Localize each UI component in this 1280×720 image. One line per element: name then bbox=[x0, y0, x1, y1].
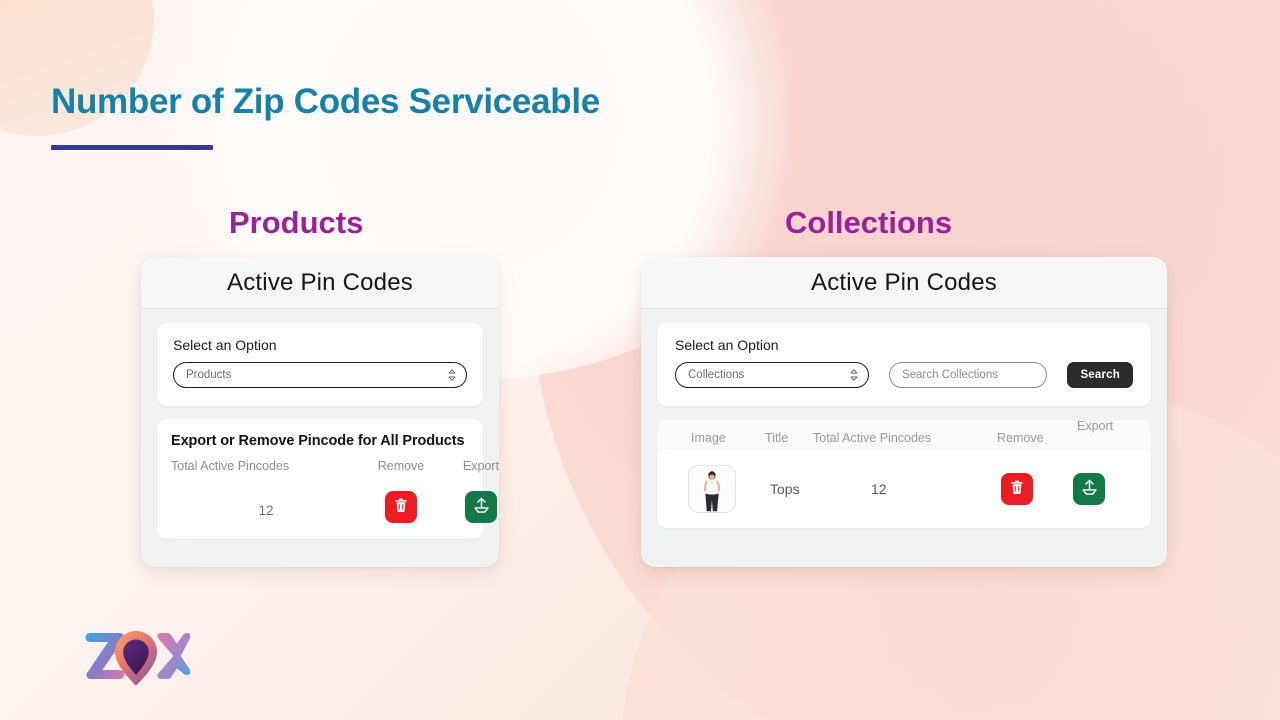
collections-table: Image Title Total Active Pincodes Remove… bbox=[657, 419, 1151, 528]
collections-card-header-title: Active Pin Codes bbox=[811, 268, 997, 296]
products-card-header-title: Active Pin Codes bbox=[227, 268, 413, 296]
products-remove-button[interactable] bbox=[385, 491, 417, 523]
products-select-panel: Select an Option Products bbox=[157, 323, 483, 406]
collections-column-image: Image bbox=[691, 431, 726, 445]
trash-icon bbox=[1009, 479, 1025, 499]
products-column-total-active-pincodes: Total Active Pincodes bbox=[171, 459, 290, 473]
products-remove-cell bbox=[361, 473, 441, 523]
collection-remove-cell bbox=[1001, 473, 1033, 505]
collections-select-dropdown[interactable]: Collections bbox=[675, 362, 870, 388]
page-title: Number of Zip Codes Serviceable bbox=[51, 82, 600, 121]
zox-logo bbox=[84, 624, 191, 695]
collections-card-body: Select an Option Collections Search Coll… bbox=[641, 309, 1167, 544]
avatar bbox=[688, 465, 736, 513]
upload-icon bbox=[472, 496, 491, 518]
collections-column-title: Title bbox=[765, 431, 789, 445]
collection-total-active-pincodes-value: 12 bbox=[871, 481, 887, 497]
collections-remove-button[interactable] bbox=[1001, 473, 1033, 505]
products-summary-grid: Total Active Pincodes Remove Export 12 bbox=[171, 459, 499, 523]
products-total-active-pincodes-value: 12 bbox=[258, 502, 274, 518]
collections-search-button[interactable]: Search bbox=[1067, 362, 1133, 388]
products-select-dropdown[interactable]: Products bbox=[173, 362, 467, 388]
products-select-value: Products bbox=[186, 369, 232, 381]
products-app-card: Active Pin Codes Select an Option Produc… bbox=[141, 257, 499, 567]
slide-root: Number of Zip Codes Serviceable Products… bbox=[0, 0, 1280, 720]
table-row: Tops 12 bbox=[657, 450, 1151, 528]
collection-image-cell bbox=[688, 465, 736, 513]
collections-select-label: Select an Option bbox=[675, 337, 779, 353]
products-card-header: Active Pin Codes bbox=[141, 257, 499, 309]
collections-controls-row: Collections Search Collections Search bbox=[675, 362, 1133, 388]
collections-select-value: Collections bbox=[688, 369, 745, 381]
products-select-label: Select an Option bbox=[173, 337, 277, 353]
products-export-remove-panel: Export or Remove Pincode for All Product… bbox=[157, 419, 499, 539]
collections-export-button[interactable] bbox=[1073, 473, 1105, 505]
collection-title-value: Tops bbox=[770, 481, 800, 497]
products-export-cell bbox=[441, 473, 521, 523]
products-card-body: Select an Option Products Export or Remo… bbox=[141, 309, 499, 555]
collections-search-input[interactable]: Search Collections bbox=[889, 362, 1048, 388]
products-export-button[interactable] bbox=[465, 491, 497, 523]
collections-column-export: Export bbox=[1077, 419, 1114, 433]
products-export-panel-title: Export or Remove Pincode for All Product… bbox=[171, 433, 465, 449]
collection-export-cell bbox=[1073, 473, 1105, 505]
trash-icon bbox=[393, 497, 409, 517]
collections-search-panel: Select an Option Collections Search Coll… bbox=[657, 323, 1151, 406]
products-column-remove: Remove bbox=[377, 459, 425, 473]
collections-card-header: Active Pin Codes bbox=[641, 257, 1167, 309]
section-heading-collections: Collections bbox=[785, 205, 953, 240]
chevron-up-down-icon bbox=[447, 369, 457, 382]
title-underline-rule bbox=[51, 145, 213, 150]
products-column-export: Export bbox=[462, 459, 500, 473]
upload-icon bbox=[1080, 478, 1099, 500]
section-heading-products: Products bbox=[229, 205, 364, 240]
chevron-up-down-icon bbox=[849, 369, 859, 382]
collections-table-header-row: Image Title Total Active Pincodes Remove… bbox=[657, 419, 1151, 450]
collections-app-card: Active Pin Codes Select an Option Collec… bbox=[641, 257, 1167, 567]
collections-column-remove: Remove bbox=[997, 431, 1044, 445]
collections-search-placeholder: Search Collections bbox=[902, 369, 998, 381]
collections-column-total-active-pincodes: Total Active Pincodes bbox=[813, 431, 932, 445]
